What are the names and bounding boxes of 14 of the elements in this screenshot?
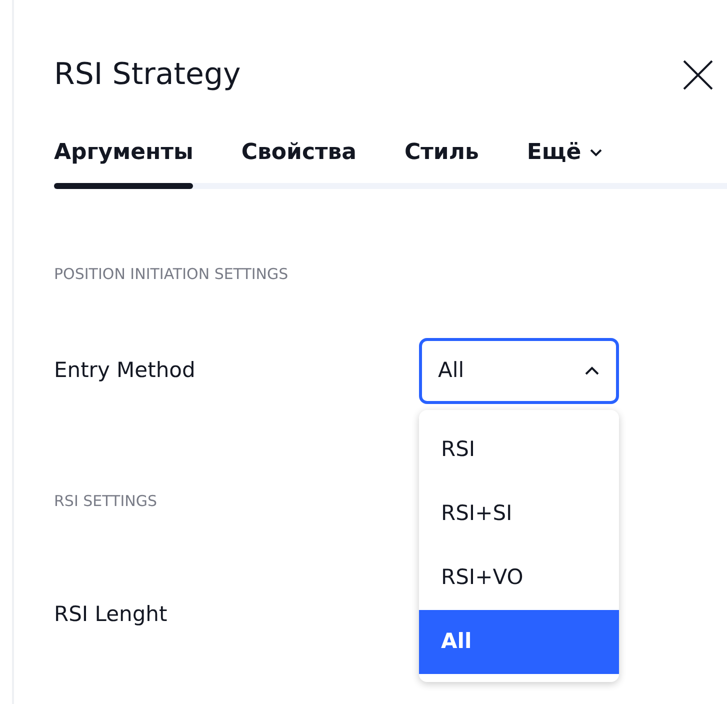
tab[interactable]: Аргументы (54, 135, 194, 169)
dialog-title: RSI Strategy (54, 56, 241, 94)
tab[interactable]: Стиль (404, 135, 479, 169)
entry-method-dropdown[interactable]: All (419, 338, 619, 404)
section-header: RSI SETTINGS (54, 490, 158, 512)
tab[interactable]: Свойства (241, 135, 357, 169)
dropdown-option[interactable]: RSI+VO (419, 546, 619, 610)
field-label: RSI Lenght (54, 601, 168, 628)
dropdown-option[interactable]: RSI (419, 418, 619, 482)
section-header: POSITION INITIATION SETTINGS (54, 264, 290, 285)
dropdown-option[interactable]: RSI+SI (419, 482, 619, 546)
tab[interactable]: Ещё (526, 135, 604, 169)
dropdown-option[interactable]: All (419, 610, 619, 674)
field-label: Entry Method (54, 356, 196, 384)
